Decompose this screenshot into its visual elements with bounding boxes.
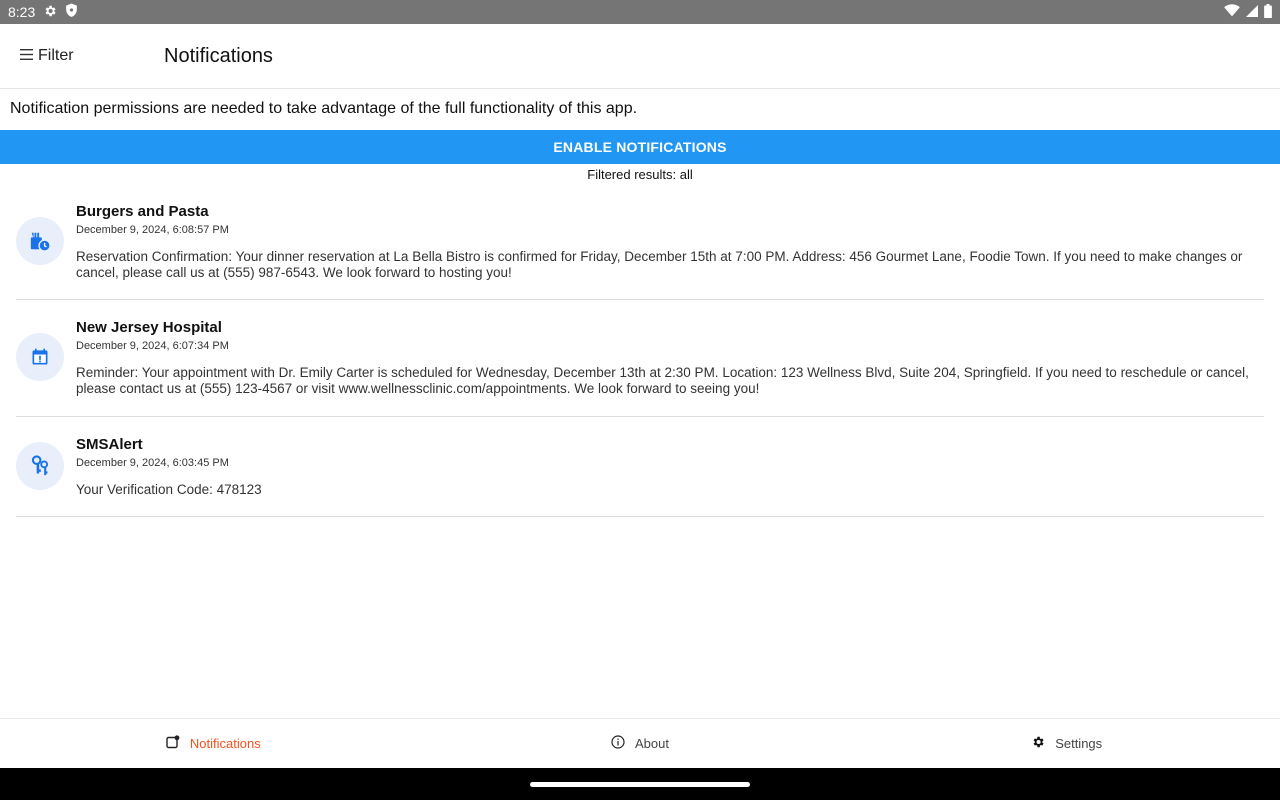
page-title: Notifications — [164, 45, 273, 67]
notification-date: December 9, 2024, 6:08:57 PM — [76, 224, 229, 236]
nav-settings[interactable]: Settings — [853, 719, 1280, 768]
status-bar: 8:23 — [0, 0, 1280, 24]
bottom-nav: Notifications About Settings — [0, 718, 1280, 768]
list-item[interactable]: Burgers and Pasta December 9, 2024, 6:08… — [16, 190, 1264, 300]
shield-status-icon — [65, 3, 78, 21]
list-item[interactable]: New Jersey Hospital December 9, 2024, 6:… — [16, 300, 1264, 417]
notification-body: Reminder: Your appointment with Dr. Emil… — [76, 365, 1249, 396]
nav-about[interactable]: About — [427, 719, 854, 768]
filter-status: Filtered results: all — [587, 167, 693, 182]
filter-label: Filter — [38, 47, 74, 64]
list-item[interactable]: SMSAlert December 9, 2024, 6:03:45 PM Yo… — [16, 417, 1264, 517]
notification-title: SMSAlert — [76, 436, 143, 453]
calendar-alert-icon — [16, 333, 64, 381]
notification-list: Burgers and Pasta December 9, 2024, 6:08… — [16, 190, 1264, 517]
nav-about-label: About — [635, 736, 669, 751]
food-schedule-icon — [16, 217, 64, 265]
nav-notifications[interactable]: Notifications — [0, 719, 427, 768]
notification-title: Burgers and Pasta — [76, 203, 209, 220]
notification-nav-icon — [166, 735, 180, 752]
notification-date: December 9, 2024, 6:07:34 PM — [76, 340, 229, 352]
battery-icon — [1264, 3, 1272, 21]
home-gesture-handle[interactable] — [530, 782, 750, 787]
menu-icon — [20, 47, 33, 65]
filter-button[interactable]: Filter — [20, 47, 74, 65]
permission-message: Notification permissions are needed to t… — [10, 100, 638, 117]
keys-icon — [16, 442, 64, 490]
wifi-icon — [1224, 4, 1240, 20]
nav-notifications-label: Notifications — [189, 736, 261, 751]
status-time: 8:23 — [8, 4, 36, 20]
gear-icon — [1031, 735, 1045, 752]
notification-title: New Jersey Hospital — [76, 319, 222, 336]
notification-date: December 9, 2024, 6:03:45 PM — [76, 457, 229, 469]
enable-notifications-button[interactable]: ENABLE NOTIFICATIONS — [0, 130, 1280, 164]
system-nav-bar — [0, 768, 1280, 800]
notification-body: Reservation Confirmation: Your dinner re… — [76, 249, 1243, 280]
nav-settings-label: Settings — [1055, 736, 1103, 751]
settings-status-icon — [43, 4, 57, 21]
info-icon — [611, 735, 625, 752]
app-bar: Filter Notifications — [0, 24, 1280, 89]
notification-body: Your Verification Code: 478123 — [76, 482, 262, 497]
cell-signal-icon — [1246, 4, 1258, 20]
